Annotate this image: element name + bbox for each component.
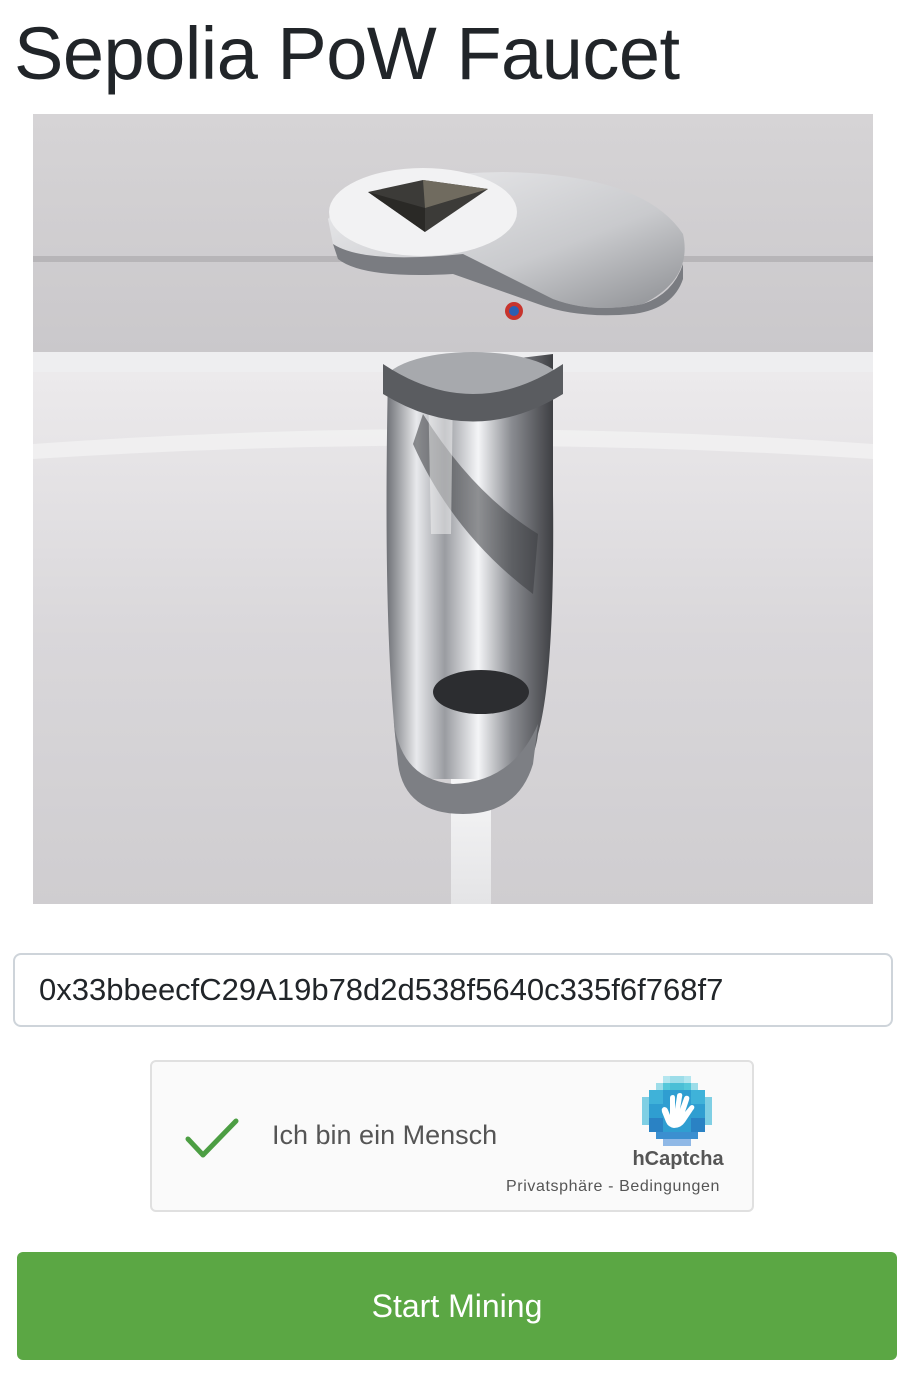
captcha-label: Ich bin ein Mensch xyxy=(272,1120,498,1150)
hcaptcha-widget: Ich bin ein Mensch hCaptcha Privatsphäre… xyxy=(150,1060,754,1212)
terms-link[interactable]: Bedingungen xyxy=(619,1178,720,1195)
hcaptcha-links: Privatsphäre - Bedingungen xyxy=(506,1178,720,1196)
checkmark-icon xyxy=(185,1118,239,1158)
wallet-address-input[interactable] xyxy=(13,953,893,1027)
faucet-image xyxy=(33,114,873,904)
hcaptcha-logo-icon xyxy=(642,1076,712,1146)
start-mining-button[interactable]: Start Mining xyxy=(17,1252,897,1360)
page-title: Sepolia PoW Faucet xyxy=(14,12,680,95)
links-separator: - xyxy=(603,1178,620,1195)
privacy-link[interactable]: Privatsphäre xyxy=(506,1178,603,1195)
hcaptcha-brand: hCaptcha xyxy=(632,1148,724,1170)
captcha-checkbox[interactable] xyxy=(184,1117,240,1161)
faucet-illustration xyxy=(33,114,873,904)
faucet-page: Sepolia PoW Faucet 0x33bbeecfC29A19b78d2… xyxy=(0,0,912,1380)
